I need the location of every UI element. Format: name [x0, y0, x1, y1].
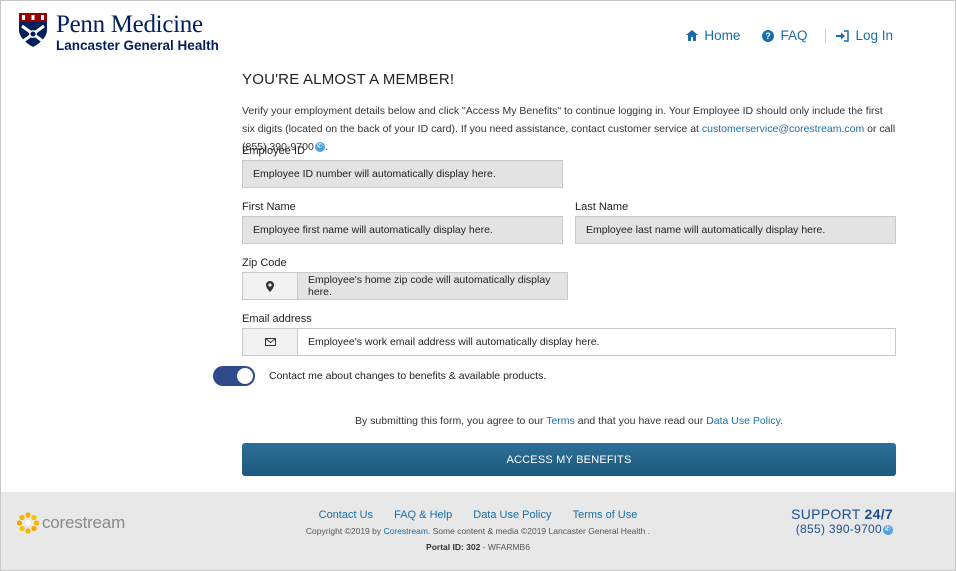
terms-text: By submitting this form, you agree to ou… [242, 415, 896, 427]
data-use-policy-link[interactable]: Data Use Policy [706, 415, 780, 427]
email-group: Email address Employee's work email addr… [242, 313, 896, 356]
last-name-field[interactable]: Employee last name will automatically di… [575, 216, 896, 244]
footer-link-terms-of-use[interactable]: Terms of Use [573, 509, 638, 521]
first-name-group: First Name Employee first name will auto… [242, 201, 563, 244]
portal-code: - WFARMB6 [480, 542, 530, 552]
footer-link-contact-us[interactable]: Contact Us [319, 509, 373, 521]
question-circle-icon: ? [762, 29, 775, 42]
last-name-label: Last Name [575, 201, 629, 213]
terms-part2: and that you have read our [574, 415, 707, 427]
email-addon [242, 328, 297, 356]
terms-end: . [780, 415, 783, 427]
first-name-field[interactable]: Employee first name will automatically d… [242, 216, 563, 244]
copyright-part2: . Some content & media ©2019 Lancaster G… [427, 526, 651, 536]
top-nav: Home ? FAQ Log In [686, 28, 893, 43]
zip-addon [242, 272, 297, 300]
zip-group: Zip Code Employee's home zip code will a… [242, 257, 568, 300]
contact-toggle-label: Contact me about changes to benefits & a… [269, 370, 547, 382]
contact-toggle-row: Contact me about changes to benefits & a… [213, 366, 546, 386]
logo-subtitle: Lancaster General Health [56, 38, 219, 53]
page-frame: Penn Medicine Lancaster General Health H… [0, 0, 956, 571]
map-marker-icon [266, 280, 274, 292]
penn-medicine-logo[interactable]: Penn Medicine Lancaster General Health [18, 12, 219, 53]
toggle-knob [237, 368, 253, 384]
zip-value: Employee's home zip code will automatica… [308, 274, 551, 298]
header: Penn Medicine Lancaster General Health H… [1, 1, 955, 65]
nav-login[interactable]: Log In [836, 28, 893, 43]
nav-login-label: Log In [855, 28, 893, 43]
email-field[interactable]: Employee's work email address will autom… [297, 328, 896, 356]
first-name-value: Employee first name will automatically d… [253, 224, 493, 236]
zip-label: Zip Code [242, 257, 287, 269]
employee-id-field[interactable]: Employee ID number will automatically di… [242, 160, 563, 188]
footer-link-data-use-policy[interactable]: Data Use Policy [473, 509, 551, 521]
terms-link[interactable]: Terms [546, 415, 575, 427]
first-name-label: First Name [242, 201, 296, 213]
corestream-link[interactable]: Corestream [384, 526, 428, 536]
copyright-part1: Copyright ©2019 by [305, 526, 384, 536]
page-title: YOU'RE ALMOST A MEMBER! [242, 71, 455, 88]
svg-text:?: ? [766, 31, 772, 41]
access-my-benefits-button[interactable]: ACCESS MY BENEFITS [242, 443, 896, 476]
sign-in-icon [836, 29, 850, 42]
home-icon [686, 30, 699, 41]
email-value: Employee's work email address will autom… [308, 336, 600, 348]
nav-faq-label: FAQ [780, 28, 808, 43]
employee-id-value: Employee ID number will automatically di… [253, 168, 496, 180]
employee-id-group: Employee ID Employee ID number will auto… [242, 145, 563, 188]
contact-toggle[interactable] [213, 366, 255, 386]
last-name-value: Employee last name will automatically di… [586, 224, 826, 236]
verify-form: Employee ID Employee ID number will auto… [213, 145, 896, 495]
email-label: Email address [242, 313, 312, 325]
portal-id-label: Portal ID: 302 [426, 542, 481, 552]
support-hours: 24/7 [864, 506, 893, 522]
logo-title: Penn Medicine [56, 11, 203, 38]
nav-home[interactable]: Home [686, 28, 740, 43]
penn-shield-icon [19, 13, 47, 47]
nav-divider [825, 28, 827, 43]
phone-icon: ✆ [883, 524, 893, 535]
envelope-icon [264, 338, 276, 346]
zip-field[interactable]: Employee's home zip code will automatica… [297, 272, 568, 300]
last-name-group: Last Name Employee last name will automa… [575, 201, 896, 244]
nav-faq[interactable]: ? FAQ [762, 28, 807, 43]
terms-part1: By submitting this form, you agree to ou… [354, 415, 547, 427]
support-phone-number: (855) 390-9700 [795, 522, 882, 536]
portal-id: Portal ID: 302 - WFARMB6 [1, 542, 955, 552]
employee-id-label: Employee ID [242, 145, 305, 157]
support-email-link[interactable]: customerservice@corestream.com [702, 123, 864, 135]
support-title: SUPPORT 24/7 [791, 506, 893, 522]
footer: corestream Contact Us FAQ & Help Data Us… [1, 492, 955, 570]
nav-home-label: Home [704, 28, 741, 43]
support-phone[interactable]: (855) 390-9700 ✆ [791, 522, 893, 536]
footer-link-faq-help[interactable]: FAQ & Help [394, 509, 452, 521]
support-prefix: SUPPORT [791, 506, 865, 522]
support-block: SUPPORT 24/7 (855) 390-9700 ✆ [791, 506, 893, 536]
